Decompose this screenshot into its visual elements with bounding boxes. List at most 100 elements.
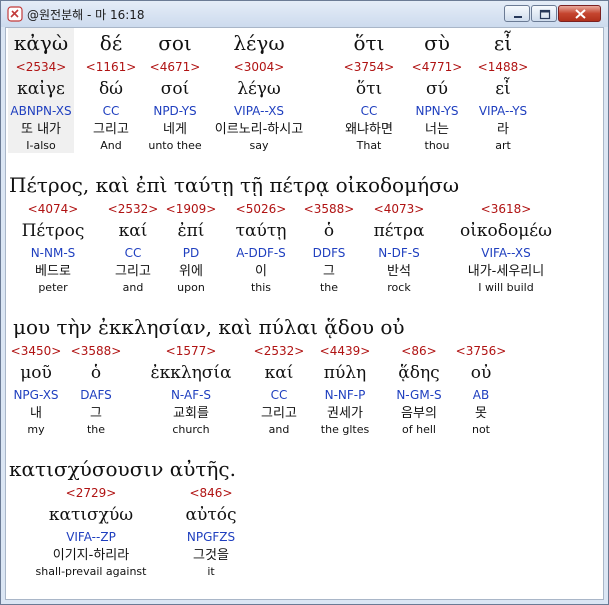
english-gloss: this [250, 281, 272, 294]
word-block[interactable]: <2729> κατισχύω VIFA--ZP 이기지-하리라 shall-p… [16, 484, 166, 579]
english-gloss: not [471, 423, 490, 436]
korean-gloss: 네게 [163, 122, 187, 137]
korean-gloss: 내 [30, 406, 42, 421]
word-block[interactable]: <86> ᾅδης N-GM-S 음부의 of hell [386, 342, 452, 437]
english-gloss: And [100, 139, 122, 152]
minimize-button[interactable] [504, 5, 530, 22]
english-gloss: thou [424, 139, 450, 152]
greek-word: κἀγὼ [13, 31, 69, 55]
english-gloss: I will build [478, 281, 534, 294]
strong-number: <1577> [165, 344, 217, 358]
strong-number: <3754> [343, 60, 395, 74]
korean-gloss: 베드로 [35, 264, 71, 279]
korean-gloss: 위에 [179, 264, 203, 279]
strong-number: <3450> [10, 344, 62, 358]
word-block[interactable]: λέγω <3004> λέγω VIPA--XS 이르노리-하시고 say [206, 28, 312, 153]
lemma: οἰκοδομέω [460, 221, 552, 241]
word-block[interactable]: σὺ <4771> σύ NPN-YS 너는 thou [404, 28, 470, 153]
lemma: ἐκκλησία [150, 363, 232, 383]
strong-number: <3588> [70, 344, 122, 358]
korean-gloss: 라 [497, 122, 509, 137]
korean-gloss: 그리고 [261, 406, 297, 421]
parsing-code: NPD-YS [153, 104, 197, 118]
word-block[interactable]: <3588> ὁ DDFS 그 the [296, 200, 362, 295]
strong-number: <1488> [477, 60, 529, 74]
word-block[interactable]: <4439> πύλη N-NF-P 권세가 the gltes [312, 342, 378, 437]
lemma: καἰγε [17, 79, 65, 99]
word-block[interactable]: <2532> καί CC 그리고 and [246, 342, 312, 437]
english-gloss: upon [177, 281, 205, 294]
maximize-button[interactable] [531, 5, 557, 22]
parsing-code: VIPA--YS [478, 104, 528, 118]
korean-gloss: 너는 [425, 122, 449, 137]
analysis-pane[interactable]: κἀγὼ <2534> καἰγε ABNPN-XS 또 내가 I-also δ… [5, 27, 604, 600]
close-button[interactable] [558, 5, 601, 22]
greek-verse-line: μου τὴν ἐκκλησίαν, καὶ πύλαι ᾅδου οὐ [13, 315, 405, 339]
parsing-code: NPN-YS [415, 104, 459, 118]
korean-gloss: 그 [90, 406, 102, 421]
parsing-code: DAFS [80, 388, 112, 402]
lemma: δώ [98, 79, 124, 99]
strong-number: <2729> [65, 486, 117, 500]
word-block[interactable]: κἀγὼ <2534> καἰγε ABNPN-XS 또 내가 I-also [8, 28, 74, 153]
english-gloss: say [249, 139, 269, 152]
parsing-code: VIFA--ZP [66, 530, 116, 544]
english-gloss: and [122, 281, 144, 294]
english-gloss: and [268, 423, 290, 436]
word-block[interactable]: εἶ <1488> εἶ VIPA--YS 라 art [468, 28, 538, 153]
word-block[interactable]: <1909> ἐπί PD 위에 upon [158, 200, 224, 295]
app-logo-icon [7, 6, 23, 22]
word-block[interactable]: δέ <1161> δώ CC 그리고 And [78, 28, 144, 153]
parsing-code: DDFS [312, 246, 346, 260]
word-block[interactable]: <846> αὐτός NPGFZS 그것을 it [178, 484, 244, 579]
english-gloss: peter [38, 281, 68, 294]
lemma: καί [264, 363, 294, 383]
word-block[interactable]: <1577> ἐκκλησία N-AF-S 교회를 church [136, 342, 246, 437]
word-block[interactable]: <3756> οὐ AB 못 not [450, 342, 512, 437]
parsing-code: CC [360, 104, 378, 118]
word-block[interactable]: ὅτι <3754> ὅτι CC 왜냐하면 That [336, 28, 402, 153]
parsing-code: NPG-XS [13, 388, 59, 402]
word-block[interactable]: <3588> ὁ DAFS 그 the [68, 342, 124, 437]
korean-gloss: 그리고 [115, 264, 151, 279]
greek-word: ὅτι [353, 31, 385, 55]
window-title: @원전분해 - 마 16:18 [27, 8, 145, 22]
lemma: ᾅδης [398, 363, 440, 383]
lemma: πύλη [323, 363, 367, 383]
english-gloss: the gltes [320, 423, 370, 436]
lemma: ὅτι [355, 79, 383, 99]
strong-number: <4439> [319, 344, 371, 358]
maximize-icon [539, 9, 551, 20]
lemma: εἶ [495, 79, 511, 99]
word-block[interactable]: <3450> μοῦ NPG-XS 내 my [8, 342, 64, 437]
korean-gloss: 교회를 [173, 406, 209, 421]
strong-number: <4073> [373, 202, 425, 216]
korean-gloss: 이르노리-하시고 [214, 122, 304, 137]
strong-number: <3004> [233, 60, 285, 74]
lemma: ὁ [90, 363, 102, 383]
korean-gloss: 내가-세우리니 [467, 264, 545, 279]
english-gloss: shall-prevail against [35, 565, 147, 578]
greek-word: δέ [99, 31, 123, 55]
word-block[interactable]: <4073> πέτρα N-DF-S 반석 rock [364, 200, 434, 295]
lemma: αὐτός [185, 505, 237, 525]
word-block[interactable]: <5026> ταύτῃ A-DDF-S 이 this [228, 200, 294, 295]
parsing-code: CC [102, 104, 120, 118]
greek-word: σοι [158, 31, 192, 55]
strong-number: <2532> [107, 202, 159, 216]
lemma: οὐ [470, 363, 492, 383]
word-block[interactable]: <4074> Πέτρος N-NM-S 베드로 peter [20, 200, 86, 295]
strong-number: <5026> [235, 202, 287, 216]
korean-gloss: 또 내가 [20, 122, 61, 137]
english-gloss: my [27, 423, 45, 436]
word-block[interactable]: <3618> οἰκοδομέω VIFA--XS 내가-세우리니 I will… [446, 200, 566, 295]
strong-number: <86> [401, 344, 437, 358]
lemma: ταύτῃ [235, 221, 287, 241]
english-gloss: unto thee [148, 139, 202, 152]
english-gloss: I-also [26, 139, 56, 152]
title-bar[interactable]: @원전분해 - 마 16:18 [1, 1, 608, 27]
word-block[interactable]: σοι <4671> σοί NPD-YS 네게 unto thee [142, 28, 208, 153]
lemma: κατισχύω [48, 505, 134, 525]
word-block[interactable]: <2532> καί CC 그리고 and [100, 200, 166, 295]
strong-number: <846> [189, 486, 233, 500]
